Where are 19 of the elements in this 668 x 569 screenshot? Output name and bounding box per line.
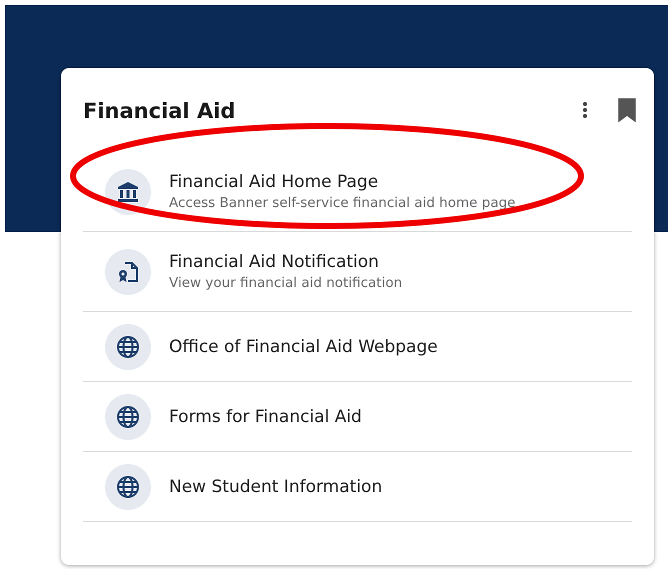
item-description: Access Banner self-service financial aid home page (169, 195, 516, 211)
link-item[interactable]: Financial Aid Home Page Access Banner self-service financial aid home page (83, 152, 632, 232)
globe-icon (105, 394, 151, 440)
item-description: View your financial aid notification (169, 275, 402, 291)
item-title: Financial Aid Home Page (169, 172, 380, 192)
item-title: Financial Aid Notification (169, 252, 380, 272)
link-item[interactable]: New Student Information (83, 452, 632, 522)
certificate-document-icon (105, 248, 151, 294)
item-title: Forms for Financial Aid (169, 406, 362, 426)
link-item[interactable]: Financial Aid Notification View your financial aid notification (83, 232, 632, 312)
bookmark-icon[interactable] (618, 98, 636, 122)
item-title: Office of Financial Aid Webpage (169, 336, 438, 356)
card-title: Financial Aid (83, 98, 236, 122)
more-menu-icon[interactable] (582, 101, 588, 119)
item-title: New Student Information (169, 476, 382, 496)
link-item[interactable]: Office of Financial Aid Webpage (83, 312, 632, 382)
globe-icon (105, 324, 151, 370)
globe-icon (105, 464, 151, 510)
link-item[interactable]: Forms for Financial Aid (83, 382, 632, 452)
